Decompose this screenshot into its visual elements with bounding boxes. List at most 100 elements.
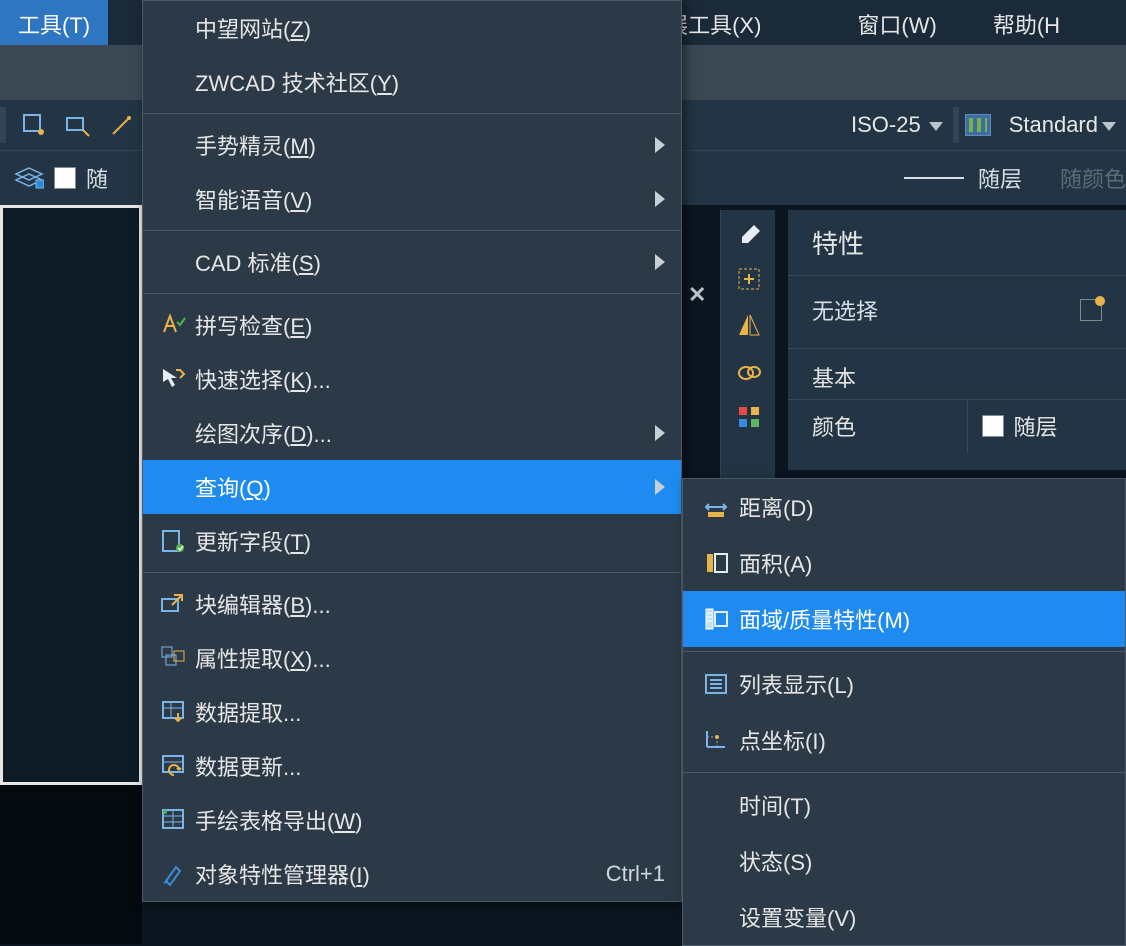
menu-item-4[interactable]: 智能语音(V): [143, 172, 681, 226]
menu-item-0[interactable]: 中望网站(Z): [143, 1, 681, 55]
area-icon: [693, 550, 739, 576]
dist-icon: [693, 494, 739, 520]
menu-item-label: 更新字段(T): [195, 525, 665, 557]
menu-item-12[interactable]: 更新字段(T): [143, 514, 681, 568]
menu-item-6[interactable]: CAD 标准(S): [143, 235, 681, 289]
props-title: 特性: [788, 210, 1126, 276]
tool-find-icon[interactable]: [61, 108, 95, 142]
menu-item-16[interactable]: 数据提取...: [143, 685, 681, 739]
submenu-item-label: 面域/质量特性(M): [739, 603, 910, 635]
list-icon: [693, 671, 739, 697]
submenu-arrow-icon: [655, 137, 665, 153]
menu-item-9[interactable]: 快速选择(K)...: [143, 352, 681, 406]
submenu-item-2[interactable]: 面域/质量特性(M): [683, 591, 1125, 647]
add-box-icon[interactable]: [721, 256, 776, 302]
submenu-item-label: 时间(T): [739, 789, 811, 821]
submenu-arrow-icon: [655, 425, 665, 441]
menu-item-label: CAD 标准(S): [195, 246, 645, 278]
bycolor-label: 随颜色: [1060, 162, 1126, 194]
pickadd-icon[interactable]: [1080, 299, 1102, 321]
props-key-color: 颜色: [788, 400, 967, 452]
mirror-icon[interactable]: [721, 302, 776, 348]
tool-select-icon[interactable]: [17, 108, 51, 142]
menu-item-label: 智能语音(V): [195, 183, 645, 215]
props-section-basic: 基本: [788, 349, 1126, 399]
menu-item-18[interactable]: 手绘表格导出(W): [143, 793, 681, 847]
canvas-below: [0, 785, 142, 944]
submenu-item-label: 点坐标(I): [739, 724, 826, 756]
submenu-item-7[interactable]: 时间(T): [683, 777, 1125, 833]
spell-icon: [151, 312, 195, 338]
menu-item-11[interactable]: 查询(Q): [143, 460, 681, 514]
submenu-item-5[interactable]: 点坐标(I): [683, 712, 1125, 768]
menu-item-label: 手绘表格导出(W): [195, 804, 665, 836]
upfield-icon: [151, 528, 195, 554]
right-icon-strip: [720, 210, 775, 510]
color-swatch[interactable]: [54, 167, 76, 189]
submenu-item-label: 状态(S): [739, 845, 812, 877]
close-icon[interactable]: ✕: [688, 282, 706, 308]
id-icon: [693, 727, 739, 753]
caret-icon: [1102, 122, 1116, 131]
menu-item-3[interactable]: 手势精灵(M): [143, 118, 681, 172]
tool-wand-icon[interactable]: [105, 108, 139, 142]
menu-item-10[interactable]: 绘图次序(D)...: [143, 406, 681, 460]
tools-menu: 中望网站(Z) ZWCAD 技术社区(Y) 手势精灵(M) 智能语音(V) CAD 标准…: [142, 0, 682, 902]
submenu-item-9[interactable]: 设置变量(V): [683, 889, 1125, 945]
props-icon: [151, 861, 195, 887]
submenu-item-label: 设置变量(V): [739, 901, 856, 933]
menu-item-label: 对象特性管理器(I): [195, 858, 586, 890]
linetype-sample: [904, 177, 964, 179]
menu-item-label: 拼写检查(E): [195, 309, 665, 341]
dupd-icon: [151, 753, 195, 779]
grip: [953, 107, 959, 143]
menu-item-label: 数据提取...: [195, 696, 665, 728]
submenu-arrow-icon: [655, 254, 665, 270]
menu-item-15[interactable]: 属性提取(X)...: [143, 631, 681, 685]
bylayer-label: 随层: [978, 162, 1022, 194]
grid4-icon[interactable]: [721, 394, 776, 440]
props-row-color[interactable]: 颜色 随层: [788, 399, 1126, 452]
cloud-icon[interactable]: [721, 348, 776, 394]
menu-item-label: 绘图次序(D)...: [195, 417, 645, 449]
menu-tools[interactable]: 工具(T): [0, 0, 108, 45]
submenu-item-1[interactable]: 面积(A): [683, 535, 1125, 591]
menu-item-label: 属性提取(X)...: [195, 642, 665, 674]
menu-item-label: ZWCAD 技术社区(Y): [195, 66, 665, 98]
textstyle-dropdown[interactable]: Standard: [999, 108, 1126, 142]
menu-item-label: 块编辑器(B)...: [195, 588, 665, 620]
dext-icon: [151, 699, 195, 725]
drawing-canvas[interactable]: [0, 205, 142, 785]
textstyle-icon[interactable]: [965, 114, 991, 136]
dimstyle-dropdown[interactable]: ISO-25: [841, 108, 953, 142]
shortcut: Ctrl+1: [606, 861, 665, 887]
menu-window[interactable]: 窗口(W): [839, 0, 954, 45]
menu-item-label: 快速选择(K)...: [195, 363, 665, 395]
bylayer-label-left: 随: [86, 162, 108, 194]
qsel-icon: [151, 366, 195, 392]
menu-help[interactable]: 帮助(H: [975, 0, 1078, 45]
submenu-item-label: 面积(A): [739, 547, 812, 579]
menu-item-17[interactable]: 数据更新...: [143, 739, 681, 793]
menu-item-label: 中望网站(Z): [195, 12, 665, 44]
eraser-icon[interactable]: [721, 210, 776, 256]
properties-panel: 特性 无选择 基本 颜色 随层: [788, 210, 1126, 470]
texp-icon: [151, 807, 195, 833]
layer-icon[interactable]: [14, 166, 44, 190]
query-submenu: 距离(D) 面积(A) 面域/质量特性(M) 列表显示(L) 点坐标(I) 时间(T) 状态…: [682, 478, 1126, 946]
menu-item-label: 数据更新...: [195, 750, 665, 782]
menu-item-1[interactable]: ZWCAD 技术社区(Y): [143, 55, 681, 109]
props-selection[interactable]: 无选择: [812, 294, 878, 326]
menu-item-8[interactable]: 拼写检查(E): [143, 298, 681, 352]
submenu-item-4[interactable]: 列表显示(L): [683, 656, 1125, 712]
menu-item-14[interactable]: 块编辑器(B)...: [143, 577, 681, 631]
submenu-item-0[interactable]: 距离(D): [683, 479, 1125, 535]
submenu-item-8[interactable]: 状态(S): [683, 833, 1125, 889]
submenu-item-label: 列表显示(L): [739, 668, 854, 700]
submenu-item-label: 距离(D): [739, 491, 814, 523]
menu-item-label: 查询(Q): [195, 471, 645, 503]
textstyle-label: Standard: [1009, 112, 1098, 137]
menu-item-19[interactable]: 对象特性管理器(I) Ctrl+1: [143, 847, 681, 901]
props-val-color: 随层: [1014, 410, 1058, 442]
menu-item-label: 手势精灵(M): [195, 129, 645, 161]
